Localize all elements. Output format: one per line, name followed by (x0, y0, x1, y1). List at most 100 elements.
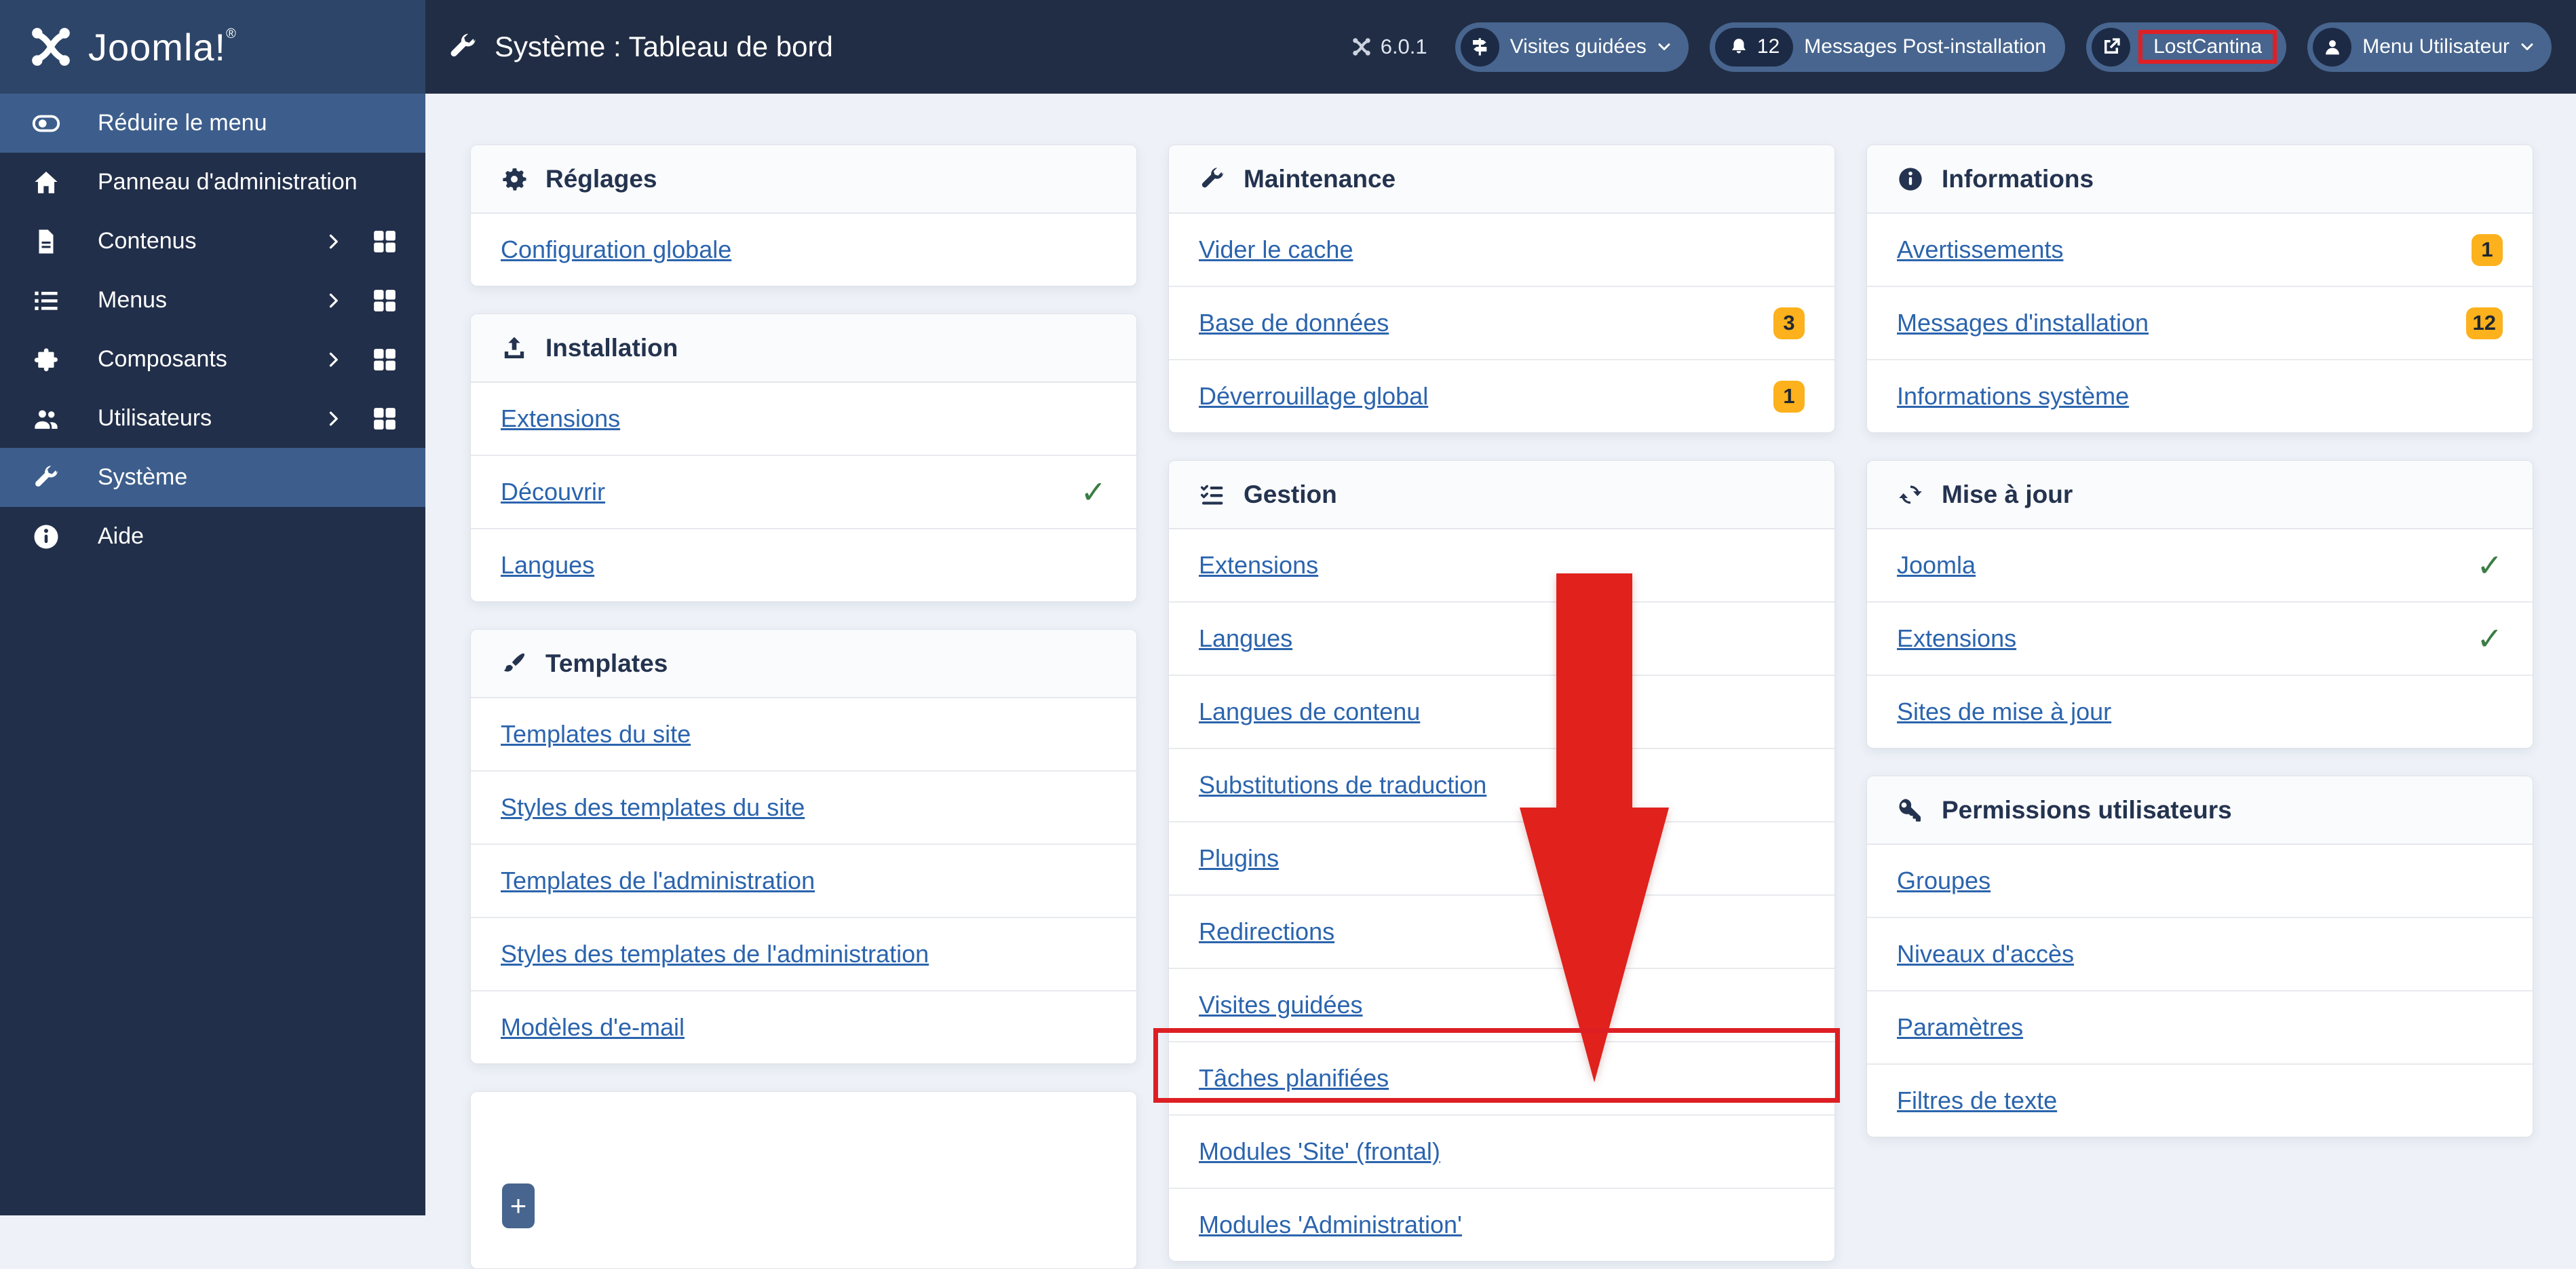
top-bar: Joomla!® Système : Tableau de bord 6.0.1 (0, 0, 2576, 94)
list-item: Niveaux d'accès (1867, 917, 2533, 990)
card-title: Réglages (545, 164, 657, 193)
list-item: Filtres de texte (1867, 1063, 2533, 1137)
sidebar-item-users[interactable]: Utilisateurs (0, 389, 425, 448)
sidebar-item-menus[interactable]: Menus (0, 271, 425, 330)
post-installation-messages-button[interactable]: 12 Messages Post-installation (1709, 22, 2066, 72)
version-indicator: 6.0.1 (1351, 35, 1427, 59)
info-icon (1899, 167, 1922, 191)
link-extensions-update[interactable]: Extensions (1897, 624, 2016, 653)
dashboard-grid-icon[interactable] (371, 346, 398, 373)
list-item: Plugins (1169, 821, 1834, 894)
user-menu-label: Menu Utilisateur (2362, 35, 2510, 58)
link-system-information[interactable]: Informations système (1897, 382, 2129, 411)
upload-icon (504, 337, 524, 358)
link-access-levels[interactable]: Niveaux d'accès (1897, 940, 2074, 968)
chevron-right-icon[interactable] (324, 291, 343, 310)
chevron-right-icon[interactable] (324, 232, 343, 251)
dashboard-column-2: Maintenance Vider le cache Base de donné… (1168, 145, 1835, 1262)
count-badge: 12 (2465, 307, 2503, 339)
link-languages-manage[interactable]: Langues (1199, 624, 1292, 653)
sidebar-item-system[interactable]: Système (0, 448, 425, 507)
dashboard-grid-icon[interactable] (371, 405, 398, 432)
sidebar-item-content[interactable]: Contenus (0, 212, 425, 271)
card-update: Mise à jour Joomla ✓ Extensions ✓ Sites de… (1866, 460, 2533, 749)
link-text-filters[interactable]: Filtres de texte (1897, 1086, 2057, 1115)
link-site-templates[interactable]: Templates du site (501, 720, 691, 749)
link-global-checkin[interactable]: Déverrouillage global (1199, 382, 1428, 411)
chevron-right-icon[interactable] (324, 409, 343, 428)
toggle-icon (31, 109, 61, 138)
link-plugins[interactable]: Plugins (1199, 844, 1279, 873)
brush-icon (503, 653, 525, 672)
user-menu-button[interactable]: Menu Utilisateur (2307, 22, 2552, 72)
link-warnings[interactable]: Avertissements (1897, 235, 2063, 264)
sync-icon (1899, 485, 1922, 504)
link-scheduled-tasks[interactable]: Tâches planifiées (1199, 1064, 1389, 1093)
messages-count: 12 (1756, 35, 1780, 58)
link-languages-install[interactable]: Langues (501, 551, 594, 580)
card-header: Informations (1867, 145, 2533, 214)
add-button[interactable]: + (502, 1183, 535, 1228)
list-icon (31, 286, 61, 316)
card-title: Mise à jour (1942, 480, 2073, 508)
link-site-modules[interactable]: Modules 'Site' (frontal) (1199, 1137, 1440, 1166)
link-extensions-manage[interactable]: Extensions (1199, 551, 1318, 580)
card-header: Mise à jour (1867, 461, 2533, 529)
dashboard: Réglages Configuration globale Installat… (425, 94, 2576, 1269)
list-check-icon (1200, 485, 1223, 504)
link-extensions-install[interactable]: Extensions (501, 404, 620, 433)
list-item: Paramètres (1867, 990, 2533, 1063)
list-item: Templates du site (471, 698, 1136, 770)
wrench-icon (450, 33, 476, 57)
link-guided-tours[interactable]: Visites guidées (1199, 991, 1363, 1019)
sidebar-item-components[interactable]: Composants (0, 330, 425, 389)
sidebar-item-toggle-menu[interactable]: Réduire le menu (0, 94, 425, 153)
link-installation-messages[interactable]: Messages d'installation (1897, 309, 2149, 337)
check-icon: ✓ (1080, 474, 1107, 510)
site-name-highlight: LostCantina (2138, 30, 2277, 64)
chevron-down-icon (1658, 43, 1670, 50)
preview-site-button[interactable]: LostCantina (2086, 22, 2287, 72)
list-item: Visites guidées (1169, 968, 1834, 1041)
dashboard-grid-icon[interactable] (371, 287, 398, 314)
card-maintenance: Maintenance Vider le cache Base de donné… (1168, 145, 1835, 433)
sidebar-item-help[interactable]: Aide (0, 507, 425, 566)
link-clear-cache[interactable]: Vider le cache (1199, 235, 1353, 264)
card-empty: + (470, 1091, 1137, 1269)
list-item: Configuration globale (471, 214, 1136, 286)
check-icon: ✓ (2476, 548, 2503, 583)
count-badge: 1 (1773, 380, 1805, 413)
link-site-template-styles[interactable]: Styles des templates du site (501, 793, 805, 822)
link-translation-overrides[interactable]: Substitutions de traduction (1199, 771, 1486, 799)
link-update-sites[interactable]: Sites de mise à jour (1897, 698, 2111, 726)
messages-count-segment: 12 (1714, 27, 1794, 67)
link-admin-templates[interactable]: Templates de l'administration (501, 867, 815, 895)
list-item: Joomla ✓ (1867, 529, 2533, 601)
link-global-configuration[interactable]: Configuration globale (501, 235, 731, 264)
puzzle-icon (31, 345, 61, 375)
list-item: Informations système (1867, 359, 2533, 432)
list-item: Vider le cache (1169, 214, 1834, 286)
link-redirections[interactable]: Redirections (1199, 917, 1334, 946)
link-settings[interactable]: Paramètres (1897, 1013, 2023, 1042)
link-admin-template-styles[interactable]: Styles des templates de l'administration (501, 940, 929, 968)
list-item: Langues (471, 528, 1136, 601)
guided-tours-button[interactable]: Visites guidées (1455, 22, 1689, 72)
link-database[interactable]: Base de données (1199, 309, 1389, 337)
list-item: Langues (1169, 601, 1834, 675)
link-admin-modules[interactable]: Modules 'Administration' (1199, 1211, 1462, 1239)
sidebar-item-label: Système (98, 464, 188, 490)
link-groups[interactable]: Groupes (1897, 867, 1991, 895)
link-content-languages[interactable]: Langues de contenu (1199, 698, 1420, 726)
card-title: Gestion (1244, 480, 1337, 508)
link-joomla-update[interactable]: Joomla (1897, 551, 1976, 580)
chevron-right-icon[interactable] (324, 350, 343, 369)
list-item: Modèles d'e-mail (471, 990, 1136, 1063)
external-link-icon (2092, 27, 2131, 67)
home-icon (31, 168, 61, 197)
link-discover[interactable]: Découvrir (501, 478, 605, 506)
dashboard-grid-icon[interactable] (371, 228, 398, 255)
bell-icon (1731, 39, 1746, 54)
link-email-templates[interactable]: Modèles d'e-mail (501, 1013, 685, 1042)
sidebar-item-home[interactable]: Panneau d'administration (0, 153, 425, 212)
